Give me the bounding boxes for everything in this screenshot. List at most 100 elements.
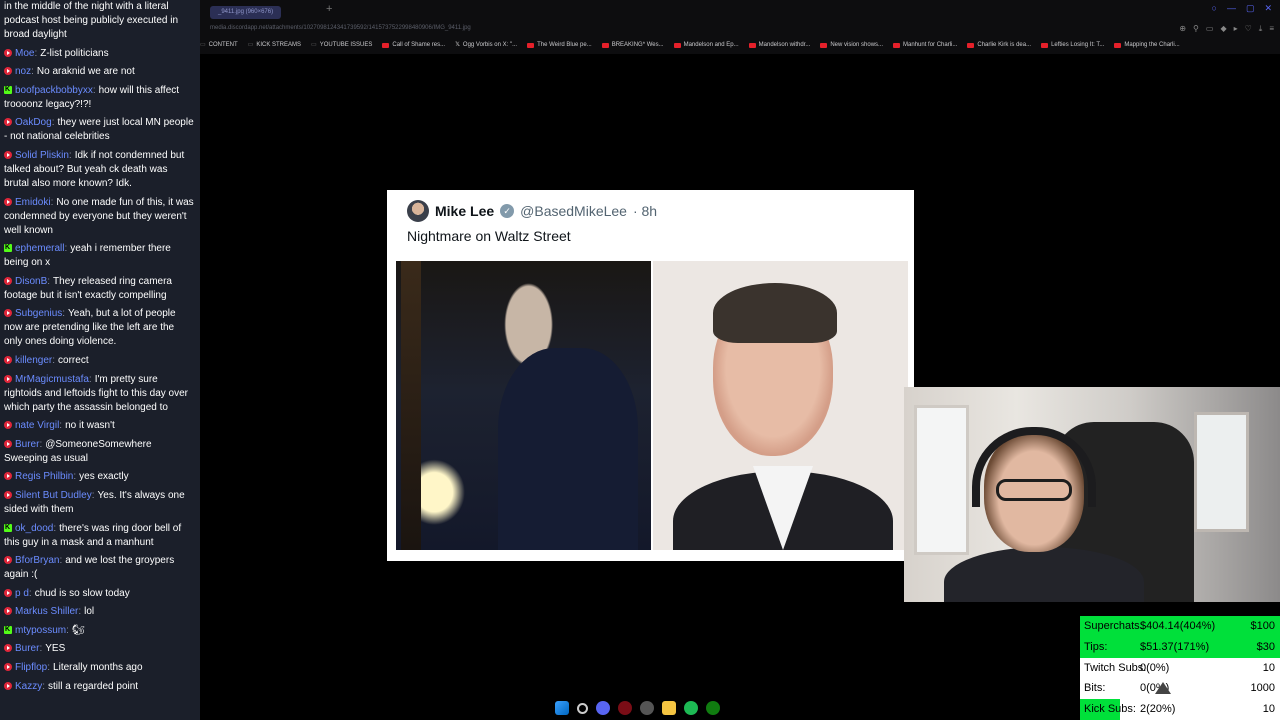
glasses bbox=[996, 479, 1072, 501]
youtube-icon bbox=[4, 355, 12, 364]
bookmark-item[interactable]: ▭ CONTENT bbox=[200, 38, 238, 52]
bookmark-label: Mandelson and Ep... bbox=[683, 42, 739, 48]
youtube-icon bbox=[4, 644, 12, 653]
chat-message: Solid PliskinIdk if not condemned but ta… bbox=[4, 149, 194, 191]
bookmark-label: CONTENT bbox=[208, 42, 238, 48]
record-icon[interactable] bbox=[618, 701, 632, 715]
heart-icon[interactable]: ♡ bbox=[1245, 24, 1252, 34]
chat-message: SubgeniusYeah, but a lot of people now a… bbox=[4, 307, 194, 349]
chat-username[interactable]: Burer bbox=[15, 439, 42, 450]
chat-username[interactable]: DisonB bbox=[15, 276, 50, 287]
chat-username[interactable]: nate Virgil bbox=[15, 420, 62, 431]
chat-message: ok_doodthere's was ring door bell of thi… bbox=[4, 521, 194, 550]
youtube-icon bbox=[4, 588, 12, 597]
window-controls: ○ — ▢ ✕ bbox=[1212, 3, 1273, 14]
bookmark-item[interactable]: Lefties Losing It: T... bbox=[1041, 38, 1104, 52]
bookmark-label: The Weird Blue pe... bbox=[537, 42, 592, 48]
chat-message: Kazzystill a regarded point bbox=[4, 680, 194, 694]
search-icon[interactable]: ○ bbox=[1212, 3, 1217, 14]
chat-username[interactable]: ephemerall bbox=[15, 243, 67, 254]
chat-username[interactable]: BforBryan bbox=[15, 555, 62, 566]
bookmark-item[interactable]: New vision shows... bbox=[820, 38, 883, 52]
download-icon[interactable]: ⤓ bbox=[1259, 24, 1263, 34]
bookmark-item[interactable]: Mandelson and Ep... bbox=[673, 38, 739, 52]
goal-target: 10 bbox=[1262, 661, 1275, 674]
goal-label: Bits: bbox=[1084, 682, 1106, 695]
discord-icon[interactable] bbox=[596, 701, 610, 715]
goal-row: Bits: 0(0%) 1000 bbox=[1080, 678, 1280, 699]
pin-icon[interactable]: ⚲ bbox=[1193, 24, 1199, 34]
chat-username[interactable]: Flipflop bbox=[15, 662, 50, 673]
kick-icon bbox=[4, 623, 12, 637]
new-tab-button[interactable]: + bbox=[326, 3, 332, 15]
close-button[interactable]: ✕ bbox=[1264, 3, 1272, 14]
chat-message: ephemerallyeah i remember there being on… bbox=[4, 241, 194, 270]
chat-text: yes exactly bbox=[79, 471, 129, 483]
folder-icon[interactable] bbox=[662, 701, 676, 715]
chat-username[interactable]: killenger bbox=[15, 355, 55, 366]
portrait-hair bbox=[713, 283, 837, 343]
goal-value: 2(20%) bbox=[1140, 703, 1176, 716]
chat-message: Markus Shillerlol bbox=[4, 605, 194, 619]
chat-username[interactable]: OakDog bbox=[15, 117, 54, 128]
youtube-icon bbox=[748, 42, 756, 48]
chat-username[interactable]: ok_dood bbox=[15, 523, 56, 534]
obs-icon[interactable] bbox=[640, 701, 654, 715]
chat-username[interactable]: Regis Philbin bbox=[15, 471, 76, 482]
zoom-icon[interactable]: ⊕ bbox=[1179, 24, 1186, 34]
youtube-icon bbox=[4, 607, 12, 616]
bookmark-item[interactable]: The Weird Blue pe... bbox=[527, 38, 592, 52]
youtube-icon bbox=[4, 309, 12, 318]
chat-panel: in the middle of the night with a litera… bbox=[0, 0, 200, 720]
chat-username[interactable]: Kazzy bbox=[15, 681, 45, 692]
chat-username[interactable]: Emidoki bbox=[15, 197, 53, 208]
maximize-button[interactable]: ▢ bbox=[1246, 3, 1255, 14]
bookmark-item[interactable]: ▭ YOUTUBE ISSUES bbox=[311, 38, 372, 52]
bookmark-label: KICK STREAMS bbox=[256, 42, 302, 48]
xbox-icon[interactable] bbox=[706, 701, 720, 715]
bookmark-item[interactable]: Mapping the Charli... bbox=[1114, 38, 1180, 52]
chat-username[interactable]: Silent But Dudley bbox=[15, 490, 95, 501]
chat-username[interactable]: p d bbox=[15, 588, 32, 599]
taskbar bbox=[555, 699, 720, 717]
chat-username[interactable]: Solid Pliskin bbox=[15, 150, 72, 161]
bookmark-item[interactable]: 𝕏 Ogg Vorbis on X: "... bbox=[455, 38, 517, 52]
bookmark-item[interactable]: BREAKING* Wes... bbox=[601, 38, 664, 52]
chat-top-message: in the middle of the night with a litera… bbox=[4, 1, 179, 40]
chat-message: boofpackbobbyxxhow will this affect troo… bbox=[4, 83, 194, 112]
chat-username[interactable]: boofpackbobbyxx bbox=[15, 85, 96, 96]
chat-username[interactable]: Markus Shiller bbox=[15, 606, 81, 617]
kick-icon bbox=[4, 241, 12, 255]
chat-text: YES bbox=[45, 643, 66, 655]
chat-username[interactable]: Moe bbox=[15, 48, 37, 59]
bookmark-item[interactable]: Call of Shame res... bbox=[382, 38, 445, 52]
spotify-icon[interactable] bbox=[684, 701, 698, 715]
avatar bbox=[407, 200, 429, 222]
windows-start-icon[interactable] bbox=[555, 701, 569, 715]
shield-icon[interactable]: ◆ bbox=[1220, 24, 1226, 34]
chat-username[interactable]: Subgenius bbox=[15, 308, 65, 319]
bookmark-item[interactable]: Manhunt for Charli... bbox=[893, 38, 957, 52]
bookmark-label: YOUTUBE ISSUES bbox=[319, 42, 373, 48]
goal-row: Tips: $51.37(171%) $30 bbox=[1080, 636, 1280, 658]
extension-icon[interactable]: ▸ bbox=[1234, 24, 1238, 34]
bookmark-item[interactable]: Charlie Kirk is dea... bbox=[967, 38, 1031, 52]
address-bar[interactable]: media.discordapp.net/attachments/1027098… bbox=[210, 22, 471, 34]
browser-tab[interactable]: _9411.jpg (960×676) bbox=[210, 6, 282, 19]
goal-label: Twitch Subs: bbox=[1084, 661, 1147, 674]
goal-row: Superchats: $404.14(404%) $100 bbox=[1080, 616, 1280, 637]
menu-icon[interactable]: ≡ bbox=[1269, 24, 1274, 34]
youtube-icon bbox=[4, 663, 12, 672]
chat-message: nozNo araknid we are not bbox=[4, 65, 194, 79]
bookmark-item[interactable]: Mandelson withdr... bbox=[748, 38, 810, 52]
chat-message: EmidokiNo one made fun of this, it was c… bbox=[4, 196, 194, 238]
chat-username[interactable]: mtypossum bbox=[15, 625, 69, 636]
minimize-button[interactable]: — bbox=[1227, 3, 1236, 14]
page-icon[interactable]: ▭ bbox=[1206, 24, 1214, 34]
chat-message: BurerYES bbox=[4, 642, 194, 656]
search-icon[interactable] bbox=[577, 702, 588, 714]
chat-username[interactable]: noz bbox=[15, 66, 34, 77]
chat-username[interactable]: Burer bbox=[15, 643, 42, 654]
bookmark-item[interactable]: ▭ KICK STREAMS bbox=[248, 38, 301, 52]
chat-username[interactable]: MrMagicmustafa bbox=[15, 374, 92, 385]
